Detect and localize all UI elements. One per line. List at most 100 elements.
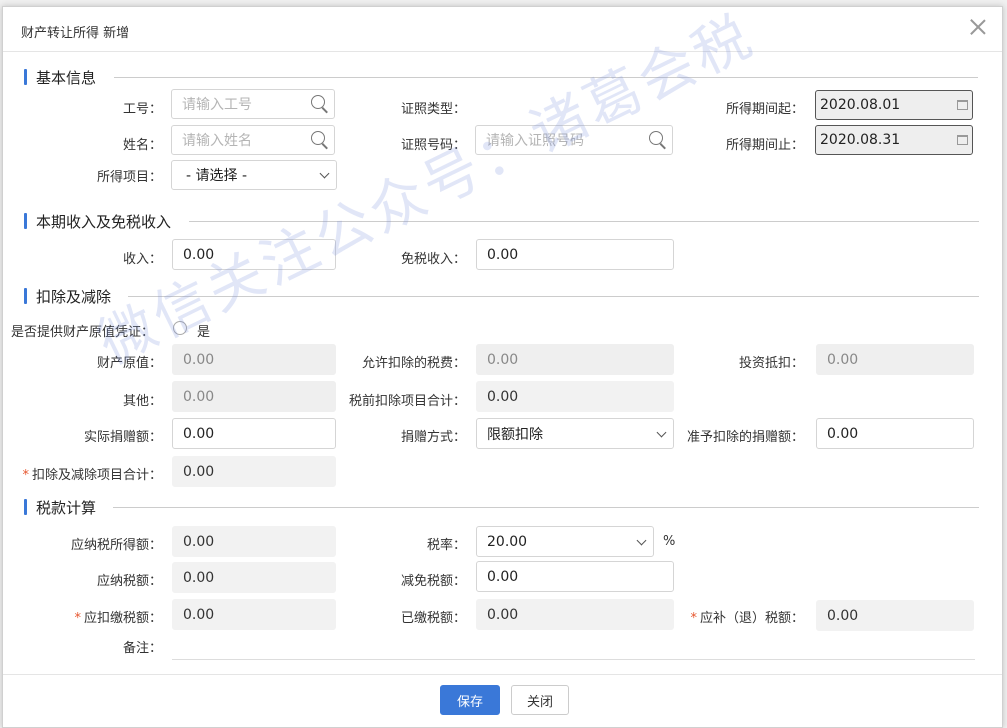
section-title-basic: 基本信息: [36, 69, 97, 87]
pretax-total-label: 税前扣除项目合计：: [348, 394, 466, 409]
employee-no-placeholder: 请输入工号: [182, 97, 252, 113]
deduction-total-label-text: 扣除及减除项目合计：: [31, 468, 162, 483]
section-title-deduction: 扣除及减除: [36, 288, 112, 306]
donation-method-value: 限额扣除: [487, 426, 543, 443]
deduction-total-label: * 扣除及减除项目合计：: [22, 464, 162, 483]
paid-tax-label: 已缴税额：: [400, 611, 466, 626]
withhold-tax-label: * 应扣缴税额：: [74, 607, 162, 626]
period-end-label: 所得期间止：: [725, 138, 804, 153]
original-value: 0.00: [183, 351, 215, 368]
section-title-income: 本期收入及免税收入: [36, 213, 172, 231]
name-field[interactable]: 请输入姓名: [171, 125, 335, 155]
deduction-total-value: 0.00: [183, 463, 215, 480]
section-title-tax: 税款计算: [36, 499, 97, 517]
section-divider: [113, 507, 979, 508]
refund-tax-value: 0.00: [827, 607, 859, 624]
voucher-option-label: 是: [197, 325, 211, 340]
note-label: 备注：: [122, 641, 162, 656]
tax-payable-input: 0.00: [172, 562, 336, 593]
id-type-label: 证照类型：: [400, 102, 466, 117]
withhold-tax-label-text: 应扣缴税额：: [83, 611, 162, 626]
chevron-down-icon: [656, 427, 667, 437]
employee-no-field[interactable]: 请输入工号: [171, 89, 335, 119]
footer-divider: [3, 674, 1002, 675]
taxable-income-input: 0.00: [172, 526, 336, 557]
save-button[interactable]: 保存: [440, 685, 500, 715]
chevron-down-icon: [636, 535, 647, 545]
paid-tax-value: 0.00: [487, 606, 519, 623]
name-placeholder: 请输入姓名: [182, 133, 252, 149]
other-input: 0.00: [172, 381, 336, 412]
taxable-income-label: 应纳税所得额：: [70, 538, 162, 553]
income-input[interactable]: [172, 239, 336, 270]
other-label: 其他：: [122, 394, 162, 409]
tax-reduction-label: 减免税额：: [400, 574, 466, 589]
original-value-label: 财产原值：: [96, 356, 162, 371]
donation-method-select[interactable]: 限额扣除: [476, 418, 674, 449]
tax-rate-value: 20.00: [487, 533, 528, 550]
exempt-income-input[interactable]: [476, 239, 674, 270]
section-marker: [24, 69, 27, 85]
refund-tax-input: 0.00: [816, 600, 974, 631]
allowed-donation-input[interactable]: [816, 418, 974, 449]
donation-label: 实际捐赠额：: [83, 430, 162, 445]
section-marker: [24, 213, 27, 229]
investment-value: 0.00: [827, 351, 859, 368]
section-divider: [189, 221, 979, 222]
income-item-value: - 请选择 -: [186, 168, 248, 184]
required-marker: *: [22, 468, 29, 483]
chevron-down-icon: [319, 168, 330, 179]
investment-input: 0.00: [816, 344, 974, 375]
donation-method-label: 捐赠方式：: [400, 430, 466, 445]
name-label: 姓名：: [122, 138, 162, 153]
close-button[interactable]: 关闭: [511, 685, 569, 715]
search-icon[interactable]: [310, 94, 330, 114]
withhold-tax-value: 0.00: [183, 606, 215, 623]
refund-tax-label: * 应补（退）税额：: [690, 607, 804, 626]
allowed-tax-label: 允许扣除的税费：: [361, 356, 466, 371]
taxable-income-value: 0.00: [183, 533, 215, 550]
period-end-value: 2020.08.31: [820, 132, 901, 148]
section-marker: [24, 288, 27, 304]
tax-rate-select[interactable]: 20.00: [476, 526, 654, 557]
allowed-donation-label: 准予扣除的捐赠额：: [686, 430, 804, 445]
id-no-field[interactable]: 请输入证照号码: [475, 125, 673, 155]
period-start-label: 所得期间起：: [725, 102, 804, 117]
search-icon[interactable]: [648, 130, 668, 150]
required-marker: *: [690, 611, 697, 626]
tax-rate-label: 税率：: [426, 538, 466, 553]
period-end-date[interactable]: 2020.08.31: [815, 125, 973, 155]
original-value-input: 0.00: [172, 344, 336, 375]
section-divider: [114, 77, 978, 78]
tax-reduction-input[interactable]: [476, 561, 674, 592]
voucher-radio[interactable]: [173, 321, 187, 335]
pretax-total-value: 0.00: [487, 388, 519, 405]
deduction-total-input: 0.00: [172, 456, 336, 487]
note-input[interactable]: [172, 659, 975, 660]
employee-no-label: 工号：: [122, 102, 162, 117]
calendar-icon[interactable]: [957, 100, 968, 110]
withhold-tax-input: 0.00: [172, 599, 336, 630]
allowed-tax-value: 0.00: [487, 351, 519, 368]
close-icon[interactable]: [968, 17, 988, 37]
calendar-icon[interactable]: [957, 135, 968, 145]
search-icon[interactable]: [310, 130, 330, 150]
section-divider: [128, 296, 979, 297]
dialog: 财产转让所得 新增 基本信息 工号： 请输入工号 姓名： 请输入姓名 所得项目：…: [2, 3, 1003, 728]
period-start-date[interactable]: 2020.08.01: [815, 90, 973, 120]
allowed-tax-input: 0.00: [476, 344, 674, 375]
id-no-placeholder: 请输入证照号码: [486, 133, 584, 149]
tax-payable-label: 应纳税额：: [96, 574, 162, 589]
dialog-title: 财产转让所得 新增: [21, 26, 130, 41]
paid-tax-input: 0.00: [476, 599, 674, 630]
id-no-label: 证照号码：: [400, 138, 466, 153]
period-start-value: 2020.08.01: [820, 97, 901, 113]
income-item-select[interactable]: - 请选择 -: [171, 160, 337, 190]
donation-input[interactable]: [172, 418, 336, 449]
tax-payable-value: 0.00: [183, 569, 215, 586]
income-label: 收入：: [122, 252, 162, 267]
income-item-label: 所得项目：: [96, 170, 162, 185]
required-marker: *: [74, 611, 81, 626]
title-bar: 财产转让所得 新增: [3, 7, 1002, 52]
pretax-total-input: 0.00: [476, 381, 674, 412]
